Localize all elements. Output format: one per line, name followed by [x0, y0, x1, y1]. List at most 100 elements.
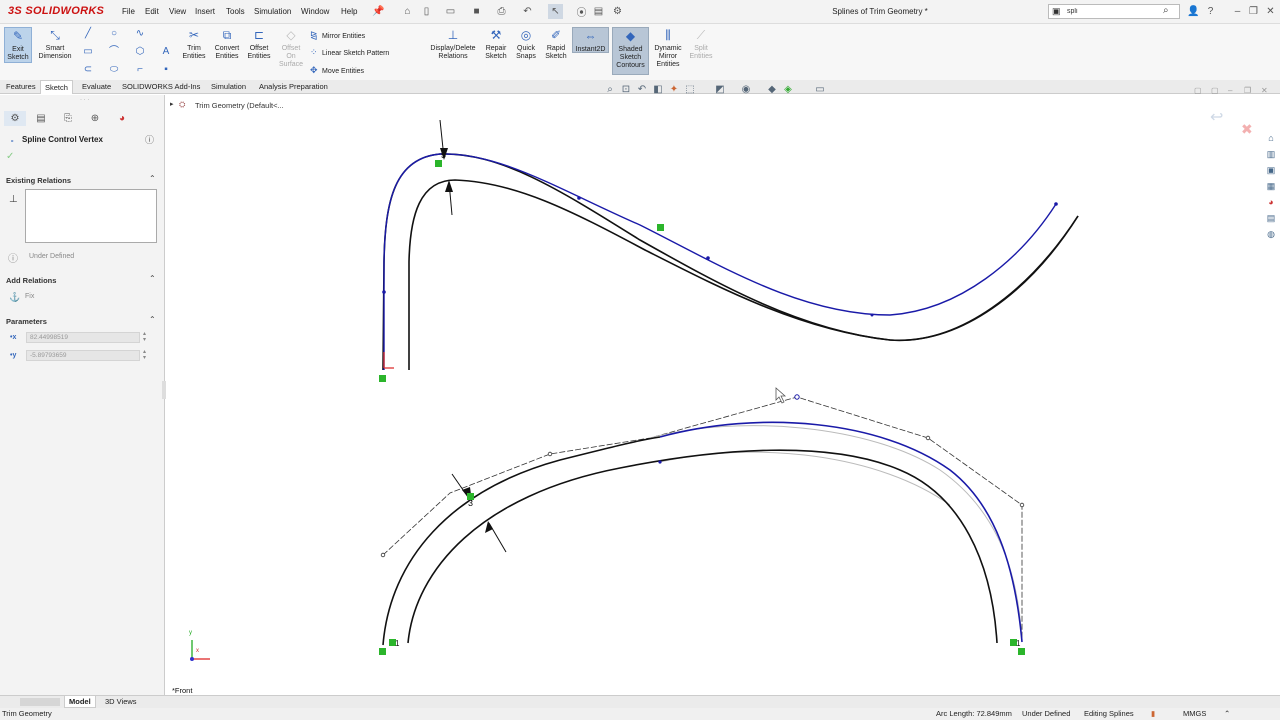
y-spinner-icon[interactable]: ▴ ▾ [143, 349, 146, 361]
ok-checkmark-icon[interactable]: ✓ [6, 151, 14, 162]
linear-sketch-pattern-button[interactable]: ⁘ Linear Sketch Pattern [310, 47, 389, 58]
open-folder-icon[interactable]: ▭ [443, 4, 458, 19]
tab-solidworks-add-ins[interactable]: SOLIDWORKS Add-Ins [118, 80, 204, 94]
graphics-area[interactable]: 5 3 1 1 ▸ ⛭ Trim Geometry (Default<... x… [166, 86, 1280, 695]
property-manager-tab-icon[interactable]: ▤ [30, 111, 52, 126]
home-icon[interactable]: ⌂ [400, 4, 415, 19]
search-box[interactable]: ▣ ⌕ [1048, 4, 1180, 19]
search-input[interactable] [1067, 6, 1159, 17]
doc-tile-icon[interactable]: ▢ [1194, 86, 1202, 95]
units-dropdown-icon[interactable]: ⌃ [1224, 708, 1230, 720]
design-library-icon[interactable]: ▥ [1265, 148, 1277, 160]
zoom-to-area-icon[interactable]: ⊡ [620, 84, 632, 96]
search-icon[interactable]: ⌕ [1163, 5, 1169, 16]
view-palette-icon[interactable]: ▦ [1265, 180, 1277, 192]
instant2d-button[interactable]: ⇔ Instant2D [572, 27, 609, 53]
dynamic-annotation-icon[interactable]: ✦ [668, 84, 680, 96]
view-orientation-icon[interactable]: ⬚ [684, 84, 696, 96]
edit-appearance-icon[interactable]: ◆ [766, 84, 778, 96]
previous-view-icon[interactable]: ↶ [636, 84, 648, 96]
user-icon[interactable]: 👤 [1186, 4, 1201, 19]
menu-help[interactable]: Help [341, 7, 357, 16]
feature-manager-tab-icon[interactable]: ⚙ [4, 111, 26, 126]
shaded-sketch-contours-button[interactable]: ◆ Shaded Sketch Contours [612, 27, 649, 75]
save-icon[interactable]: ■ [469, 4, 484, 19]
ellipse-icon[interactable]: ⬭ [108, 64, 120, 76]
configuration-manager-tab-icon[interactable]: ⎘ [57, 111, 79, 126]
tab-simulation[interactable]: Simulation [207, 80, 250, 94]
collapse-existing-relations-icon[interactable]: ⌃ [149, 174, 156, 183]
tab-model[interactable]: Model [64, 696, 96, 708]
rapid-sketch-button[interactable]: ✐ Rapid Sketch [543, 27, 569, 61]
parameters-header[interactable]: Parameters [6, 317, 47, 326]
display-manager-tab-icon[interactable]: ◕ [111, 111, 133, 126]
options-gear-icon[interactable]: ⚙ [610, 4, 625, 19]
appearances-icon[interactable]: ◕ [1265, 196, 1277, 208]
point-icon[interactable]: ▪ [160, 64, 172, 76]
menu-view[interactable]: View [169, 7, 186, 16]
solidworks-resources-icon[interactable]: ⌂ [1265, 132, 1277, 144]
feature-tree-root[interactable]: Trim Geometry (Default<... [195, 101, 284, 110]
line-icon[interactable]: ╱ [82, 28, 94, 40]
convert-entities-button[interactable]: ⧉ Convert Entities [211, 27, 243, 61]
offset-on-surface-button[interactable]: ◇ Offset On Surface [277, 27, 305, 69]
menu-window[interactable]: Window [301, 7, 329, 16]
solidworks-logo[interactable]: 3S SOLIDWORKS [8, 5, 104, 17]
arc-icon[interactable]: ⌒ [108, 46, 120, 58]
dimxpert-tab-icon[interactable]: ⊕ [84, 111, 106, 126]
tab-3d-views[interactable]: 3D Views [101, 696, 141, 708]
tab-features[interactable]: Features [2, 80, 40, 94]
mirror-entities-button[interactable]: ⧎ Mirror Entities [310, 30, 365, 41]
menu-insert[interactable]: Insert [195, 7, 215, 16]
circle-icon[interactable]: ○ [108, 28, 120, 40]
rebuild-icon[interactable]: ▮ [1151, 708, 1155, 720]
x-coordinate-field[interactable]: 82.44998519 [26, 332, 140, 343]
display-delete-relations-button[interactable]: ⊥ Display/Delete Relations [426, 27, 480, 61]
text-icon[interactable]: A [160, 46, 172, 58]
x-spinner-icon[interactable]: ▴ ▾ [143, 331, 146, 343]
existing-relations-header[interactable]: Existing Relations [6, 176, 71, 185]
sketch-canvas[interactable]: 5 3 1 1 [166, 95, 1280, 695]
zoom-to-fit-icon[interactable]: ⌕ [604, 84, 616, 96]
dynamic-mirror-entities-button[interactable]: ⫼ Dynamic Mirror Entities [652, 27, 684, 69]
menu-edit[interactable]: Edit [145, 7, 159, 16]
status-units[interactable]: MMGS [1183, 708, 1206, 720]
doc-cascade-icon[interactable]: ▢ [1211, 86, 1219, 95]
fix-relation-button[interactable]: Fix [25, 293, 34, 300]
tab-sketch[interactable]: Sketch [40, 80, 73, 94]
slot-icon[interactable]: ⊂ [82, 64, 94, 76]
new-document-icon[interactable]: ▯ [419, 4, 434, 19]
hide-show-items-icon[interactable]: ◉ [740, 84, 752, 96]
display-style-icon[interactable]: ◩ [714, 84, 726, 96]
quick-snaps-button[interactable]: ◎ Quick Snaps [513, 27, 539, 61]
menu-tools[interactable]: Tools [226, 7, 245, 16]
custom-properties-icon[interactable]: ▤ [1265, 212, 1277, 224]
smart-dimension-button[interactable]: ⤡ Smart Dimension [36, 27, 74, 61]
trim-entities-button[interactable]: ✂ Trim Entities [180, 27, 208, 61]
tree-expand-icon[interactable]: ▸ [170, 100, 174, 108]
section-view-icon[interactable]: ◧ [652, 84, 664, 96]
file-explorer-icon[interactable]: ▣ [1265, 164, 1277, 176]
polygon-icon[interactable]: ⬡ [134, 46, 146, 58]
print-icon[interactable]: ⎙ [494, 4, 509, 19]
doc-close-icon[interactable]: ✕ [1261, 86, 1268, 95]
move-entities-button[interactable]: ✥ Move Entities [310, 65, 364, 76]
pm-help-icon[interactable]: ⓘ [145, 133, 154, 146]
add-relations-header[interactable]: Add Relations [6, 276, 56, 285]
doc-restore-icon[interactable]: ❐ [1244, 86, 1251, 95]
exit-sketch-button[interactable]: ✎ Exit Sketch [4, 27, 32, 63]
doc-minimize-icon[interactable]: – [1228, 86, 1232, 95]
file-properties-icon[interactable]: ▤ [591, 4, 606, 19]
traffic-light-icon[interactable]: ⦿ [574, 4, 589, 19]
minimize-icon[interactable]: – [1230, 4, 1245, 19]
menu-simulation[interactable]: Simulation [254, 7, 291, 16]
y-coordinate-field[interactable]: -5.89793659 [26, 350, 140, 361]
fillet-icon[interactable]: ⌐ [134, 64, 146, 76]
repair-sketch-button[interactable]: ⚒ Repair Sketch [483, 27, 509, 61]
help-icon[interactable]: ? [1203, 4, 1218, 19]
solidworks-forum-icon[interactable]: ◍ [1265, 228, 1277, 240]
split-entities-button[interactable]: ⟋ Split Entities [687, 27, 715, 61]
menu-file[interactable]: File [122, 7, 135, 16]
restore-icon[interactable]: ❐ [1246, 4, 1261, 19]
rectangle-icon[interactable]: ▭ [82, 46, 94, 58]
